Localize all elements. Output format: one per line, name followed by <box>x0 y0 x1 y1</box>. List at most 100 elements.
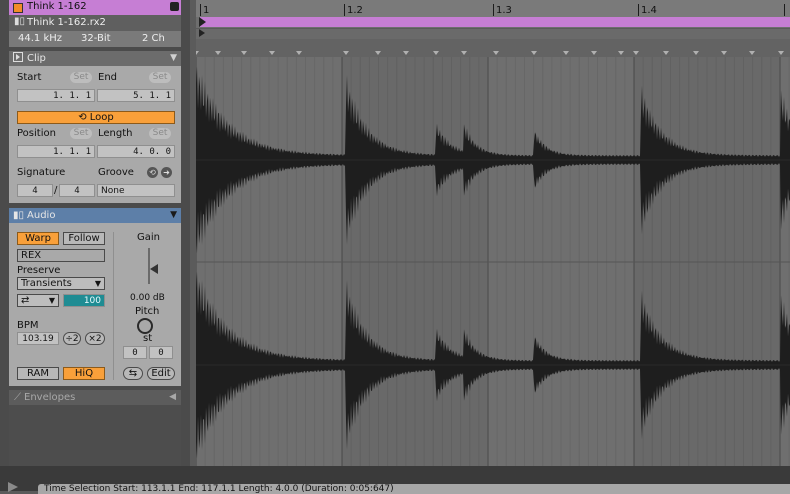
transient-loop-mode-selector[interactable]: ⇄ ▼ <box>17 294 59 307</box>
ruler-tick <box>493 4 494 16</box>
ruler-tick <box>200 4 201 16</box>
transient-marker-icon[interactable] <box>663 51 669 55</box>
clip-name-bar[interactable]: Think 1-162 <box>9 0 181 15</box>
dropdown-arrow-icon: ▼ <box>48 296 55 305</box>
ram-button[interactable]: RAM <box>17 367 59 380</box>
transient-marker-strip[interactable] <box>196 39 790 57</box>
groove-hotswap-icon[interactable]: ⟲ <box>147 167 158 178</box>
gain-label: Gain <box>137 232 160 243</box>
preserve-label: Preserve <box>17 265 61 276</box>
ruler-marker: 1 <box>203 5 210 16</box>
start-field[interactable]: 1. 1. 1 <box>17 89 95 102</box>
position-set-button[interactable]: Set <box>70 128 92 139</box>
warp-button[interactable]: Warp <box>17 232 59 245</box>
double-tempo-button[interactable]: ×2 <box>85 332 105 345</box>
clip-section-icon <box>13 52 23 62</box>
hiq-button[interactable]: HiQ <box>63 367 105 380</box>
loop-button[interactable]: ⟲ Loop <box>17 111 175 124</box>
transient-marker-icon[interactable] <box>749 51 755 55</box>
audio-section-header[interactable]: ▮▯ Audio ▼ <box>9 208 181 223</box>
sample-editor-ruler[interactable]: 1 1.2 1.3 1.4 <box>196 0 790 57</box>
collapse-triangle-icon[interactable]: ▼ <box>170 208 177 223</box>
start-marker-icon[interactable] <box>199 29 205 37</box>
transient-marker-icon[interactable] <box>563 51 569 55</box>
transient-marker-icon[interactable] <box>343 51 349 55</box>
loop-start-marker-icon[interactable] <box>199 17 206 27</box>
gain-value: 0.00 dB <box>130 293 165 303</box>
loop-label: Loop <box>89 112 114 123</box>
envelopes-title: Envelopes <box>24 392 76 403</box>
audio-section-title: Audio <box>27 210 56 221</box>
transient-marker-icon[interactable] <box>693 51 699 55</box>
channel-count: 2 Ch <box>142 33 165 44</box>
transient-marker-icon[interactable] <box>403 51 409 55</box>
audio-waveform-icon: ▮▯ <box>13 210 25 221</box>
clip-loop-bar[interactable] <box>200 17 790 27</box>
pitch-knob-icon[interactable] <box>137 318 153 334</box>
groove-selector[interactable]: None <box>97 184 175 197</box>
length-label: Length <box>98 128 133 139</box>
length-set-button[interactable]: Set <box>149 128 171 139</box>
pitch-coarse-field[interactable]: 0 <box>123 346 147 359</box>
clip-color-swatch[interactable] <box>13 3 23 13</box>
ruler-tick <box>784 4 785 16</box>
envelope-icon: ⟋ <box>14 392 21 403</box>
warp-mode-rex[interactable]: REX <box>17 249 105 262</box>
audio-section: ▮▯ Audio ▼ Warp Follow REX Preserve Trans… <box>9 208 181 386</box>
transient-loop-icon: ⇄ <box>21 295 30 306</box>
start-set-button[interactable]: Set <box>70 72 92 83</box>
gain-slider-handle-icon[interactable] <box>150 264 158 274</box>
transient-marker-icon[interactable] <box>778 51 784 55</box>
end-set-button[interactable]: Set <box>149 72 171 83</box>
preserve-selector[interactable]: Transients ▼ <box>17 277 105 290</box>
transient-marker-icon[interactable] <box>215 51 221 55</box>
transient-marker-icon[interactable] <box>461 51 467 55</box>
status-bar: Time Selection Start: 113.1.1 End: 117.1… <box>38 484 790 494</box>
reverse-icon: ⇆ <box>128 368 138 379</box>
pitch-fine-field[interactable]: 0 <box>149 346 173 359</box>
signature-numerator[interactable]: 4 <box>17 184 53 197</box>
transient-marker-icon[interactable] <box>721 51 727 55</box>
position-label: Position <box>17 128 56 139</box>
end-label: End <box>98 72 118 83</box>
groove-commit-icon[interactable]: ➜ <box>161 167 172 178</box>
clip-name[interactable]: Think 1-162 <box>27 1 87 12</box>
envelopes-header[interactable]: ⟋ Envelopes ◀ <box>9 390 181 405</box>
clip-section-title: Clip <box>27 53 46 64</box>
reverse-button[interactable]: ⇆ <box>123 367 143 380</box>
expand-triangle-icon[interactable]: ◀ <box>169 390 176 405</box>
waveform-display[interactable] <box>196 57 790 466</box>
bpm-field[interactable]: 103.19 <box>17 332 59 345</box>
clip-section: Clip ▼ Start Set End Set 1. 1. 1 5. 1. 1… <box>9 51 181 203</box>
halve-tempo-button[interactable]: ÷2 <box>63 332 81 345</box>
clip-activator-icon[interactable] <box>170 2 179 11</box>
edit-button[interactable]: Edit <box>147 367 175 380</box>
transient-marker-icon[interactable] <box>296 51 302 55</box>
transient-marker-icon[interactable] <box>633 51 639 55</box>
transient-marker-icon[interactable] <box>531 51 537 55</box>
ruler-tick <box>638 4 639 16</box>
clip-view-panel: Think 1-162 ▮▯ Think 1-162.rx2 44.1 kHz … <box>0 0 190 470</box>
transient-marker-icon[interactable] <box>375 51 381 55</box>
file-name: Think 1-162.rx2 <box>27 17 106 28</box>
waveform-svg[interactable] <box>196 57 790 466</box>
preserve-value: Transients <box>21 278 72 289</box>
collapse-triangle-icon[interactable]: ▼ <box>170 51 177 66</box>
end-field[interactable]: 5. 1. 1 <box>97 89 175 102</box>
transient-marker-icon[interactable] <box>433 51 439 55</box>
transient-marker-icon[interactable] <box>241 51 247 55</box>
semitone-label: st <box>143 333 153 344</box>
length-field[interactable]: 4. 0. 0 <box>97 145 175 158</box>
clip-section-header[interactable]: Clip ▼ <box>9 51 181 66</box>
transient-marker-icon[interactable] <box>493 51 499 55</box>
transient-marker-icon[interactable] <box>196 51 199 55</box>
signature-denominator[interactable]: 4 <box>59 184 95 197</box>
pitch-label: Pitch <box>135 306 160 317</box>
follow-button[interactable]: Follow <box>63 232 105 245</box>
loop-icon: ⟲ <box>78 112 90 123</box>
transient-envelope-field[interactable]: 100 <box>63 294 105 307</box>
position-field[interactable]: 1. 1. 1 <box>17 145 95 158</box>
transient-marker-icon[interactable] <box>269 51 275 55</box>
transient-marker-icon[interactable] <box>591 51 597 55</box>
transient-marker-icon[interactable] <box>618 51 624 55</box>
